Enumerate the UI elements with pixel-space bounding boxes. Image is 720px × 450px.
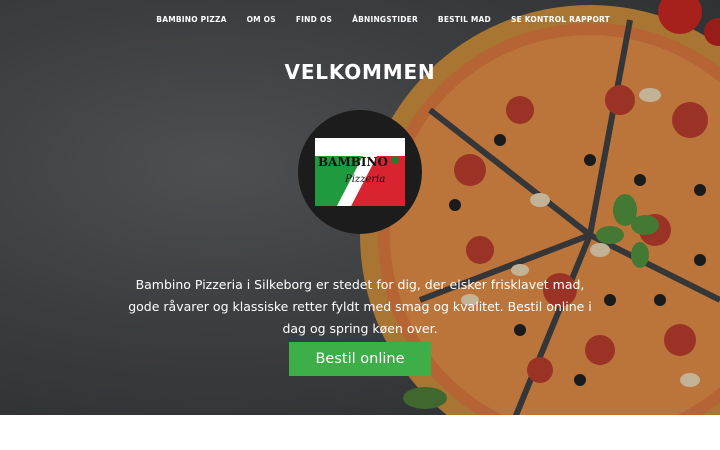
nav-item-aabningstider[interactable]: ÅBNINGSTIDER — [342, 11, 428, 28]
bambino-logo[interactable]: BAMBINO Pizzeria — [298, 110, 422, 234]
logo-flag-image: BAMBINO Pizzeria — [315, 138, 405, 206]
nav-item-se-kontrol-rapport[interactable]: SE KONTROL RAPPORT — [501, 11, 620, 28]
hero-tagline: Bambino Pizzeria i Silkeborg er stedet f… — [128, 277, 592, 336]
order-online-button[interactable]: Bestil online — [289, 342, 431, 376]
nav-item-find-os[interactable]: FIND OS — [286, 11, 342, 28]
page-title: VELKOMMEN — [284, 60, 436, 84]
main-nav: BAMBINO PIZZA OM OS FIND OS ÅBNINGSTIDER… — [146, 11, 620, 28]
nav-item-om-os[interactable]: OM OS — [237, 11, 286, 28]
svg-text:BAMBINO: BAMBINO — [318, 155, 388, 169]
nav-item-bambino-pizza[interactable]: BAMBINO PIZZA — [146, 11, 236, 28]
hero-section: BAMBINO PIZZA OM OS FIND OS ÅBNINGSTIDER… — [0, 0, 720, 415]
svg-text:Pizzeria: Pizzeria — [344, 174, 385, 185]
nav-item-bestil-mad[interactable]: BESTIL MAD — [428, 11, 501, 28]
